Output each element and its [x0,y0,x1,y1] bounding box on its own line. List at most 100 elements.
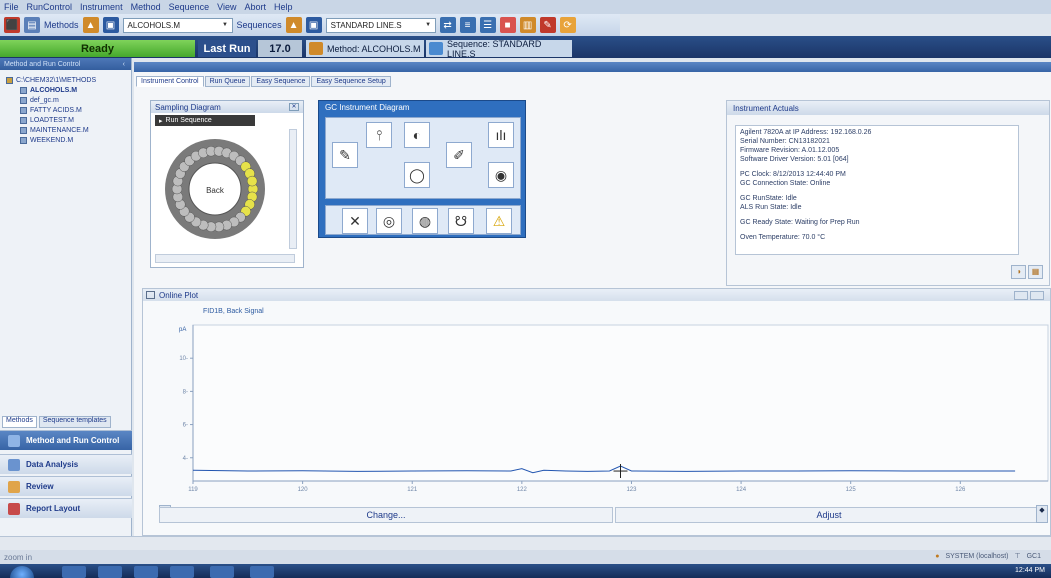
method-select[interactable]: ALCOHOLS.M ▼ [122,17,233,33]
x-tick-label: 119 [188,487,198,493]
tab-instrument-control[interactable]: Instrument Control [136,76,204,87]
run-sequence-button[interactable]: ▸ Run Sequence [155,115,255,126]
current-method[interactable]: Method: ALCOHOLS.M [306,40,424,57]
menu-item-view[interactable]: View [217,2,236,12]
current-sequence[interactable]: Sequence: STANDARD LINE.S [426,38,572,59]
current-sequence-text: Sequence: STANDARD LINE.S [446,38,542,59]
nav-report-layout[interactable]: Report Layout [0,498,132,518]
menu-item-sequence[interactable]: Sequence [169,2,210,12]
gauge-icon[interactable]: ◍ [412,208,438,234]
toolbar-icon-5[interactable]: ▥ [519,17,536,33]
toolbar-icon-4[interactable]: ■ [499,17,516,33]
load-sequence-icon[interactable]: ▲ [285,17,302,33]
taskbar-item-app2[interactable] [210,566,234,578]
tab-sequence-templates[interactable]: Sequence templates [38,416,111,428]
app-icon[interactable]: ⬛ [4,17,20,33]
y-tick-label: 8- [183,389,188,395]
tab-run-queue[interactable]: Run Queue [204,76,251,87]
warning-icon[interactable]: ⚠ [486,208,512,234]
detector-icon[interactable]: ✐ [446,142,472,168]
toolbar-icon-2[interactable]: ≡ [459,17,476,33]
column-icon[interactable]: ◯ [404,162,430,188]
config-icon[interactable]: ◎ [376,208,402,234]
menu-item-file[interactable]: File [4,2,19,12]
method-file-icon [20,86,27,94]
menu-item-method[interactable]: Method [131,2,161,12]
injector-icon[interactable]: ⫯ [366,122,392,148]
adjust-spinner[interactable]: ◆ [1036,505,1048,523]
tab-methods[interactable]: Methods [2,416,37,428]
nav-data-analysis[interactable]: Data Analysis [0,454,132,474]
save-sequence-icon[interactable]: ▣ [305,17,322,33]
inlet-icon[interactable]: ◐ [404,122,430,148]
close-icon[interactable]: ✕ [289,103,299,111]
settings-icon[interactable]: ▦ [1028,265,1043,279]
menu-item-abort[interactable]: Abort [245,2,267,12]
load-method-icon[interactable]: ▲ [82,17,99,33]
tree-item[interactable]: MAINTENANCE.M [6,126,131,136]
tree-root[interactable]: C:\CHEM32\1\METHODS [6,76,131,86]
tab-easy-sequence[interactable]: Easy Sequence [251,76,311,87]
actuals-line: GC Ready State: Waiting for Prep Run [740,219,860,226]
taskbar-item-app1[interactable] [170,566,194,578]
window-controls [1014,291,1044,300]
play-icon: ▸ [159,117,163,125]
menu-item-help[interactable]: Help [274,2,293,12]
tree-item[interactable]: def_gc.m [6,96,131,106]
actuals-line: ALS Run State: Idle [740,204,802,211]
syringe-icon[interactable]: ✎ [332,142,358,168]
toolbar-icon-7[interactable]: ⟳ [559,17,576,33]
methods-label: Methods [44,20,79,30]
menu-item-instrument[interactable]: Instrument [80,2,123,12]
tab-easy-sequence-setup[interactable]: Easy Sequence Setup [311,76,391,87]
sampling-horizontal-scrollbar[interactable] [155,254,295,263]
sequence-select-value: STANDARD LINE.S [330,20,402,30]
menu-item-runcontrol[interactable]: RunControl [27,2,73,12]
sidebar-collapse-icon[interactable]: ‹ [123,61,125,68]
toolbar-icon-3[interactable]: ☰ [479,17,496,33]
tools-icon[interactable]: ✕ [342,208,368,234]
data-analysis-icon [8,458,20,471]
method-icon[interactable]: ▤ [24,17,40,33]
sampling-diagram-title: Sampling Diagram [155,102,221,112]
zoom-status: zoom in [0,550,1051,564]
taskbar-item-media[interactable] [134,566,158,578]
tree-item-label: MAINTENANCE.M [30,127,89,134]
method-file-icon [20,106,27,114]
signal-label: FID1B, Back Signal [203,308,264,315]
method-select-value: ALCOHOLS.M [127,20,180,30]
tree-item[interactable]: LOADTEST.M [6,116,131,126]
taskbar-item-explorer[interactable] [98,566,122,578]
sequence-select[interactable]: STANDARD LINE.S ▼ [325,17,436,33]
nav-label: Report Layout [26,504,81,513]
tree-item[interactable]: ALCOHOLS.M [6,86,131,96]
main-panel: Instrument Control Run Queue Easy Sequen… [134,62,1051,536]
globe-icon[interactable]: ◉ [488,162,514,188]
tree-item-label: FATTY ACIDS.M [30,107,82,114]
minimize-icon[interactable] [1014,291,1028,300]
gc-label: GC1 [1026,552,1041,560]
toolbar-icon-6[interactable]: ✎ [539,17,556,33]
change-button[interactable]: Change... [159,507,613,523]
nav-method-and-run-control[interactable]: Method and Run Control [0,430,132,450]
maintenance-icon[interactable]: ☋ [448,208,474,234]
refresh-icon[interactable]: ◑ [1011,265,1026,279]
taskbar-item-ie[interactable] [62,566,86,578]
plot-area [192,324,1049,482]
toolbar-icon-1[interactable]: ⇄ [439,17,456,33]
review-icon [8,480,20,493]
signal-icon[interactable]: ılı [488,122,514,148]
nav-review[interactable]: Review [0,476,132,496]
method-file-icon [20,96,27,104]
tree-item[interactable]: WEEKEND.M [6,136,131,146]
sequence-icon [429,42,443,55]
maximize-icon[interactable] [1030,291,1044,300]
sampling-vertical-scrollbar[interactable] [289,129,297,249]
x-tick-label: 126 [955,487,966,493]
ready-indicator: Ready [0,40,195,57]
save-method-icon[interactable]: ▣ [102,17,119,33]
adjust-button[interactable]: Adjust [615,507,1043,523]
taskbar-item-app3[interactable] [250,566,274,578]
tree-item[interactable]: FATTY ACIDS.M [6,106,131,116]
instrument-status-icon: ⊤ [1014,553,1021,560]
